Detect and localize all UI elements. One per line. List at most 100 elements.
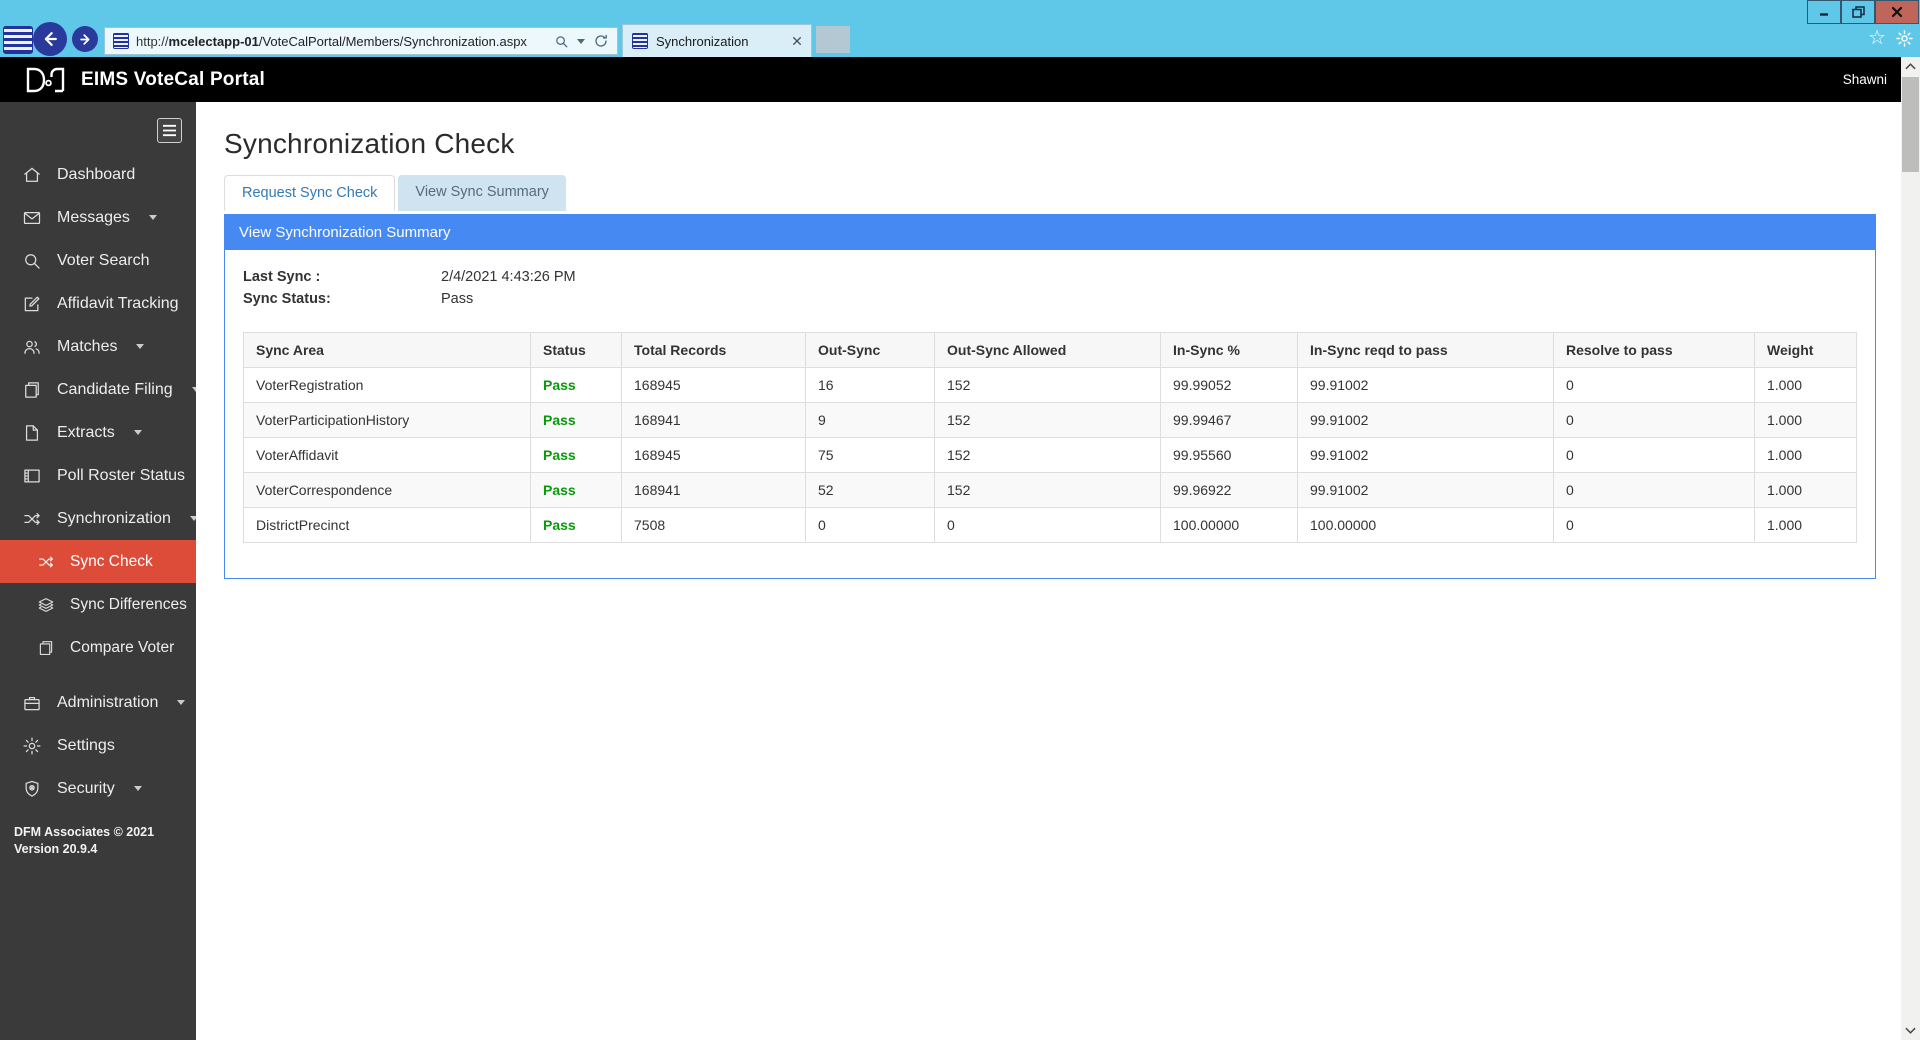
table-header-cell: Weight: [1754, 332, 1857, 368]
sidebar-item-settings[interactable]: Settings: [0, 724, 196, 767]
sidebar-item-messages[interactable]: Messages: [0, 196, 196, 239]
tab-bar: Request Sync Check View Sync Summary: [224, 175, 1876, 211]
window-restore-button[interactable]: [1841, 0, 1875, 24]
chevron-down-icon: [136, 344, 145, 349]
window-minimize-button[interactable]: [1807, 0, 1841, 24]
table-cell: VoterParticipationHistory: [243, 402, 531, 438]
sidebar-item-security[interactable]: Security: [0, 767, 196, 810]
chevron-down-icon: [1905, 1027, 1916, 1034]
version-text: Version 20.9.4: [14, 842, 98, 856]
table-cell: 99.91002: [1297, 437, 1554, 473]
last-sync-value: 2/4/2021 4:43:26 PM: [441, 269, 576, 285]
sidebar-item-sync-differences[interactable]: Sync Differences: [0, 583, 196, 626]
shield-icon: [25, 780, 39, 797]
table-cell: 0: [1553, 507, 1755, 543]
chevron-down-icon: [148, 215, 157, 220]
sidebar-item-label: Matches: [57, 337, 118, 355]
search-icon[interactable]: [554, 34, 569, 49]
sidebar-item-label: Settings: [57, 736, 115, 754]
sidebar-item-poll-roster-status[interactable]: Poll Roster Status: [0, 454, 196, 497]
browser-settings-gear-icon[interactable]: [1895, 29, 1914, 48]
table-cell: 0: [1553, 402, 1755, 438]
sync-table-head: Sync Area Status Total Records Out-Sync Out-…: [243, 332, 1857, 368]
sidebar-footer: DFM Associates © 2021 Version 20.9.4: [14, 824, 154, 858]
scroll-down-button[interactable]: [1901, 1021, 1920, 1040]
table-cell: 1.000: [1754, 402, 1857, 438]
briefcase-icon: [24, 696, 40, 710]
sidebar-item-label: Sync Differences: [70, 595, 187, 613]
table-cell: 152: [934, 367, 1161, 403]
shuffle-icon: [24, 512, 40, 525]
users-icon: [24, 340, 40, 354]
sidebar-item-dashboard[interactable]: Dashboard: [0, 153, 196, 196]
search-icon: [25, 253, 40, 269]
table-cell: Pass: [530, 437, 622, 473]
search-options-caret-icon[interactable]: [577, 38, 585, 44]
table-cell: 99.91002: [1297, 367, 1554, 403]
user-menu[interactable]: Shawni: [1843, 72, 1887, 87]
sidebar-item-candidate-filing[interactable]: Candidate Filing: [0, 368, 200, 411]
browser-forward-button[interactable]: [72, 26, 98, 52]
table-cell: VoterAffidavit: [243, 437, 531, 473]
sync-table: Sync Area Status Total Records Out-Sync Out-…: [243, 332, 1857, 543]
arrow-left-icon: [44, 32, 57, 46]
sidebar-item-matches[interactable]: Matches: [0, 325, 196, 368]
table-cell: 100.00000: [1297, 507, 1554, 543]
home-icon: [24, 167, 40, 182]
table-header-cell: Status: [530, 332, 622, 368]
new-tab-button[interactable]: [816, 26, 850, 53]
table-cell: 168945: [621, 367, 806, 403]
url-text: http://mcelectapp-01/VoteCalPortal/Membe…: [136, 33, 527, 49]
hamburger-menu-icon: [163, 124, 176, 137]
chevron-down-icon: [177, 700, 186, 705]
sidebar-item-extracts[interactable]: Extracts: [0, 411, 196, 454]
table-cell: 152: [934, 472, 1161, 508]
sidebar-toggle-button[interactable]: [157, 118, 182, 143]
layers-icon: [38, 597, 54, 612]
table-cell: 168945: [621, 437, 806, 473]
table-cell: VoterCorrespondence: [243, 472, 531, 508]
envelope-icon: [23, 211, 41, 224]
window-close-button[interactable]: [1875, 0, 1919, 24]
sync-summary-panel: View Synchronization Summary Last Sync :…: [224, 214, 1876, 579]
table-cell: Pass: [530, 367, 622, 403]
chevron-down-icon: [133, 786, 142, 791]
table-cell: 168941: [621, 402, 806, 438]
address-bar[interactable]: http://mcelectapp-01/VoteCalPortal/Membe…: [104, 27, 618, 55]
table-cell: 99.91002: [1297, 472, 1554, 508]
sidebar-item-synchronization[interactable]: Synchronization: [0, 497, 198, 540]
dfm-logo-icon: [26, 67, 65, 92]
refresh-icon[interactable]: [593, 33, 609, 49]
sidebar-item-label: Sync Check: [70, 552, 153, 570]
table-cell: 99.91002: [1297, 402, 1554, 438]
arrow-right-icon: [79, 33, 89, 45]
tab-view-sync-summary[interactable]: View Sync Summary: [398, 175, 566, 211]
window-controls: [1807, 0, 1919, 24]
table-header-cell: Out-Sync Allowed: [934, 332, 1161, 368]
sidebar-item-affidavit-tracking[interactable]: Affidavit Tracking: [0, 282, 196, 325]
tab-title: Synchronization: [656, 33, 749, 49]
scrollbar-thumb[interactable]: [1902, 77, 1919, 172]
sidebar-item-sync-check[interactable]: Sync Check: [0, 540, 196, 583]
sidebar-item-compare-voter[interactable]: Compare Voter: [0, 626, 196, 669]
minimize-icon: [1820, 13, 1828, 16]
table-header-cell: Out-Sync: [805, 332, 935, 368]
table-header-cell: Resolve to pass: [1553, 332, 1755, 368]
vertical-scrollbar[interactable]: [1901, 57, 1920, 1040]
sidebar-item-voter-search[interactable]: Voter Search: [0, 239, 196, 282]
tab-request-sync-check[interactable]: Request Sync Check: [224, 175, 396, 211]
browser-tab-synchronization[interactable]: Synchronization: [622, 24, 812, 57]
sidebar-item-label: Poll Roster Status: [57, 466, 186, 484]
browser-back-button[interactable]: [33, 22, 67, 56]
table-cell: 100.00000: [1160, 507, 1298, 543]
sidebar-item-label: Extracts: [57, 423, 115, 441]
table-cell: Pass: [530, 472, 622, 508]
favorites-star-icon[interactable]: ☆: [1868, 28, 1886, 48]
tab-close-icon[interactable]: [792, 36, 802, 46]
table-header-cell: In-Sync %: [1160, 332, 1298, 368]
scroll-up-button[interactable]: [1901, 57, 1920, 76]
table-row: VoterRegistration Pass 168945 16 152 99.99052…: [243, 367, 1857, 403]
sidebar-nav: Dashboard Messages Voter Search Affidavi…: [0, 153, 200, 810]
page-favicon-icon: [113, 33, 129, 49]
sidebar-item-administration[interactable]: Administration: [0, 681, 196, 724]
